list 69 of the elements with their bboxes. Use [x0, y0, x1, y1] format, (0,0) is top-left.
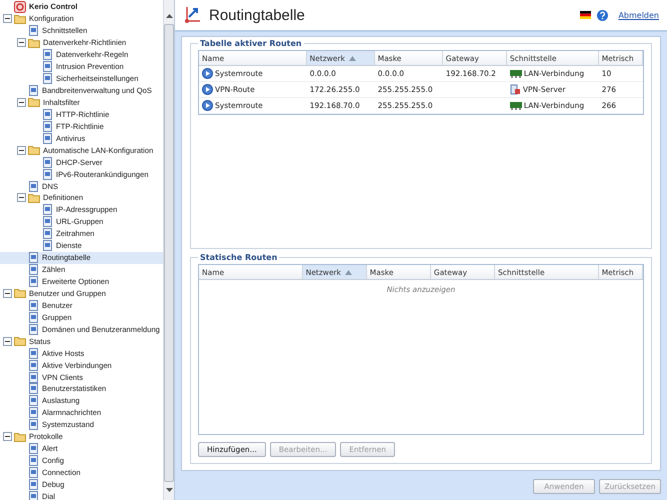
page-icon — [28, 419, 39, 430]
page-icon — [28, 85, 39, 96]
page-icon — [28, 455, 39, 466]
page-icon — [28, 180, 39, 192]
scrollbar[interactable] — [163, 0, 174, 500]
page-icon — [28, 348, 39, 359]
page-icon — [28, 478, 39, 490]
logo-icon — [14, 0, 26, 13]
routing-arrows-icon — [183, 5, 203, 25]
sort-ascending-icon — [344, 270, 352, 274]
logout-link[interactable]: Abmelden — [618, 10, 659, 20]
collapse-icon[interactable] — [16, 98, 26, 107]
folder-icon — [14, 14, 26, 24]
page-icon — [42, 168, 53, 180]
page-icon — [28, 312, 39, 323]
folder-icon — [14, 432, 26, 442]
sort-ascending-icon — [348, 56, 356, 60]
page-icon — [42, 228, 53, 240]
help-icon[interactable] — [597, 10, 608, 20]
collapse-icon[interactable] — [2, 288, 12, 298]
folder-icon — [14, 336, 26, 346]
group-title: Statische Routen — [199, 253, 278, 262]
network-card-icon — [510, 102, 522, 110]
folder-icon — [28, 38, 40, 48]
page-icon — [42, 240, 53, 252]
page-icon — [42, 108, 53, 120]
page-icon — [28, 395, 39, 406]
page-icon — [42, 49, 53, 60]
network-card-icon — [510, 70, 522, 78]
page-title: Routingtabelle — [209, 6, 305, 24]
page-icon — [42, 216, 53, 228]
page-icon — [28, 324, 39, 335]
scroll-up-icon[interactable] — [166, 14, 172, 18]
folder-icon — [28, 145, 40, 156]
page-icon — [42, 61, 53, 72]
play-circle-icon — [202, 68, 213, 79]
page-icon — [42, 204, 53, 216]
play-circle-icon — [202, 84, 213, 95]
collapse-icon[interactable] — [16, 38, 26, 48]
page-icon — [28, 264, 39, 276]
collapse-icon[interactable] — [16, 193, 26, 202]
page-icon — [28, 490, 39, 500]
play-circle-icon — [202, 100, 213, 111]
folder-icon — [14, 288, 26, 298]
page-icon — [28, 276, 39, 288]
collapse-icon[interactable] — [2, 336, 12, 346]
page-icon — [28, 25, 39, 36]
page-icon — [28, 407, 39, 418]
folder-icon — [28, 97, 40, 108]
scroll-down-icon[interactable] — [166, 488, 172, 492]
page-icon — [28, 360, 39, 371]
scrollbar-thumb[interactable] — [164, 24, 174, 482]
group-title: Tabelle aktiver Routen — [199, 39, 303, 48]
collapse-icon[interactable] — [2, 14, 12, 24]
page-icon — [42, 132, 53, 144]
collapse-icon[interactable] — [16, 146, 26, 155]
page-icon — [28, 372, 39, 383]
page-icon — [42, 120, 53, 132]
folder-icon — [28, 192, 40, 203]
collapse-icon[interactable] — [2, 432, 12, 442]
page-icon — [42, 156, 53, 168]
page-icon — [42, 73, 53, 84]
page-icon — [28, 300, 39, 311]
page-icon — [28, 383, 39, 394]
page-icon — [28, 467, 39, 478]
page-icon — [28, 443, 39, 454]
flag-icon[interactable] — [580, 11, 592, 19]
server-icon — [510, 84, 521, 95]
page-icon — [28, 252, 39, 264]
